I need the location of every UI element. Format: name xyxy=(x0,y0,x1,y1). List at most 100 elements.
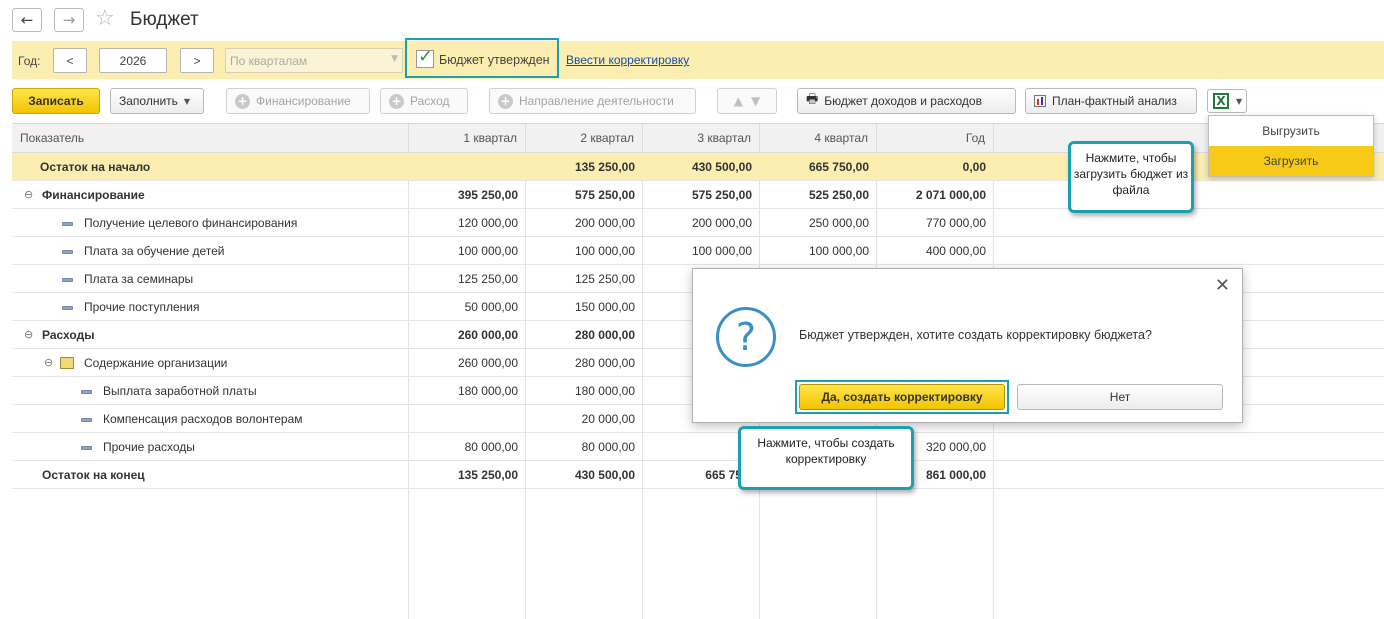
col-q4[interactable]: 4 квартал xyxy=(760,124,877,153)
cell-q1[interactable]: 50 000,00 xyxy=(409,293,526,321)
financing-label: Финансирование xyxy=(256,94,351,108)
cell-year[interactable]: 400 000,00 xyxy=(877,237,994,265)
next-year-button[interactable]: > xyxy=(180,48,214,73)
row-name: Расходы xyxy=(42,328,95,342)
cell-q2[interactable]: 20 000,00 xyxy=(526,405,643,433)
cell-q2[interactable]: 100 000,00 xyxy=(526,237,643,265)
cell-q2[interactable]: 575 250,00 xyxy=(526,181,643,209)
cell-q2[interactable]: 150 000,00 xyxy=(526,293,643,321)
table-row[interactable]: Прочие расходы 80 000,00 80 000,00 320 000,… xyxy=(12,433,1384,461)
cell-q3[interactable]: 575 250,00 xyxy=(643,181,760,209)
cell-q1[interactable]: 135 250,00 xyxy=(409,461,526,489)
cell-q1[interactable]: 120 000,00 xyxy=(409,209,526,237)
cell-q3[interactable]: 100 000,00 xyxy=(643,237,760,265)
prev-year-button[interactable]: < xyxy=(53,48,87,73)
create-correction-button[interactable]: Да, создать корректировку xyxy=(799,384,1005,410)
table-row[interactable]: Получение целевого финансирования 120 000… xyxy=(12,209,1384,237)
caret-down-icon: ▼ xyxy=(183,96,191,106)
add-expense-button[interactable]: + Расход xyxy=(380,88,468,114)
correction-hint-callout: Нажмите, чтобы создать корректировку xyxy=(738,426,914,490)
cell-q2[interactable]: 80 000,00 xyxy=(526,433,643,461)
table-row[interactable]: Плата за обучение детей 100 000,00 100 000… xyxy=(12,237,1384,265)
menu-item-export[interactable]: Выгрузить xyxy=(1209,116,1373,146)
item-icon xyxy=(81,446,92,450)
cell-q1[interactable]: 100 000,00 xyxy=(409,237,526,265)
plan-fact-button[interactable]: План-фактный анализ xyxy=(1025,88,1197,114)
table-row[interactable]: Остаток на конец 135 250,00 430 500,00 665 … xyxy=(12,461,1384,489)
cell-q1[interactable]: 180 000,00 xyxy=(409,377,526,405)
move-down-icon[interactable]: ▼ xyxy=(751,94,760,108)
cell-q1[interactable] xyxy=(409,405,526,433)
excel-menu-button[interactable]: X ▼ xyxy=(1207,89,1247,113)
cell-q2[interactable]: 180 000,00 xyxy=(526,377,643,405)
collapse-icon[interactable]: ⊖ xyxy=(24,181,33,209)
favorite-star-icon[interactable]: ☆ xyxy=(95,6,115,32)
period-select[interactable]: По кварталам ▼ xyxy=(225,48,403,73)
item-icon xyxy=(62,278,73,282)
menu-item-import[interactable]: Загрузить xyxy=(1209,146,1373,176)
item-icon xyxy=(81,390,92,394)
dialog-message: Бюджет утвержден, хотите создать коррект… xyxy=(799,328,1152,342)
income-expense-budget-button[interactable]: 🖶 Бюджет доходов и расходов xyxy=(797,88,1016,114)
col-q3[interactable]: 3 квартал xyxy=(643,124,760,153)
col-indicator[interactable]: Показатель xyxy=(12,124,409,153)
forward-button[interactable]: → xyxy=(54,8,84,32)
chart-icon xyxy=(1034,95,1046,107)
col-q1[interactable]: 1 квартал xyxy=(409,124,526,153)
page-title: Бюджет xyxy=(130,9,199,30)
cell-year[interactable]: 0,00 xyxy=(877,153,994,181)
cell-q2[interactable]: 280 000,00 xyxy=(526,321,643,349)
close-icon[interactable]: ✕ xyxy=(1215,275,1230,296)
expense-label: Расход xyxy=(410,94,450,108)
cell-q4[interactable]: 525 250,00 xyxy=(760,181,877,209)
fill-label: Заполнить xyxy=(119,94,178,108)
cell-q4[interactable]: 665 750,00 xyxy=(760,153,877,181)
approved-checkbox[interactable]: ✓ xyxy=(416,46,434,68)
cell-q1[interactable]: 125 250,00 xyxy=(409,265,526,293)
chevron-down-icon: ▼ xyxy=(391,54,398,64)
row-name: Получение целевого финансирования xyxy=(84,216,298,230)
cell-q1[interactable]: 260 000,00 xyxy=(409,321,526,349)
back-button[interactable]: ← xyxy=(12,8,42,32)
cell-year[interactable]: 770 000,00 xyxy=(877,209,994,237)
row-name: Остаток на начало xyxy=(40,160,151,174)
cell-q4[interactable]: 250 000,00 xyxy=(760,209,877,237)
col-q2[interactable]: 2 квартал xyxy=(526,124,643,153)
fill-button[interactable]: Заполнить ▼ xyxy=(110,88,204,114)
year-label: Год: xyxy=(18,54,41,68)
cell-q3[interactable]: 430 500,00 xyxy=(643,153,760,181)
cell-q2[interactable]: 430 500,00 xyxy=(526,461,643,489)
cell-q2[interactable]: 125 250,00 xyxy=(526,265,643,293)
cell-q1[interactable]: 260 000,00 xyxy=(409,349,526,377)
year-field[interactable]: 2026 xyxy=(99,48,167,73)
no-button[interactable]: Нет xyxy=(1017,384,1223,410)
save-button[interactable]: Записать xyxy=(12,88,100,114)
item-icon xyxy=(81,418,92,422)
move-buttons[interactable]: ▲ ▼ xyxy=(717,88,777,114)
plus-icon: + xyxy=(389,93,404,109)
cell-year[interactable]: 2 071 000,00 xyxy=(877,181,994,209)
add-financing-button[interactable]: + Финансирование xyxy=(226,88,370,114)
cell-q2[interactable]: 135 250,00 xyxy=(526,153,643,181)
item-icon xyxy=(62,222,73,226)
cell-q3[interactable]: 200 000,00 xyxy=(643,209,760,237)
enter-correction-link[interactable]: Ввести корректировку xyxy=(566,53,689,67)
group-icon xyxy=(60,357,74,369)
col-year[interactable]: Год xyxy=(877,124,994,153)
question-icon: ? xyxy=(716,307,776,367)
cell-q2[interactable]: 200 000,00 xyxy=(526,209,643,237)
excel-dropdown-menu: Выгрузить Загрузить xyxy=(1208,115,1374,177)
income-expense-budget-label: Бюджет доходов и расходов xyxy=(824,94,982,108)
row-name: Компенсация расходов волонтерам xyxy=(103,412,303,426)
row-name: Выплата заработной платы xyxy=(103,384,257,398)
cell-q2[interactable]: 280 000,00 xyxy=(526,349,643,377)
cell-q1[interactable]: 80 000,00 xyxy=(409,433,526,461)
move-up-icon[interactable]: ▲ xyxy=(734,94,743,108)
add-activity-button[interactable]: + Направление деятельности xyxy=(489,88,696,114)
row-name: Прочие расходы xyxy=(103,440,195,454)
cell-q4[interactable]: 100 000,00 xyxy=(760,237,877,265)
collapse-icon[interactable]: ⊖ xyxy=(24,321,33,349)
cell-q1[interactable] xyxy=(409,153,526,181)
collapse-icon[interactable]: ⊖ xyxy=(44,349,53,377)
cell-q1[interactable]: 395 250,00 xyxy=(409,181,526,209)
